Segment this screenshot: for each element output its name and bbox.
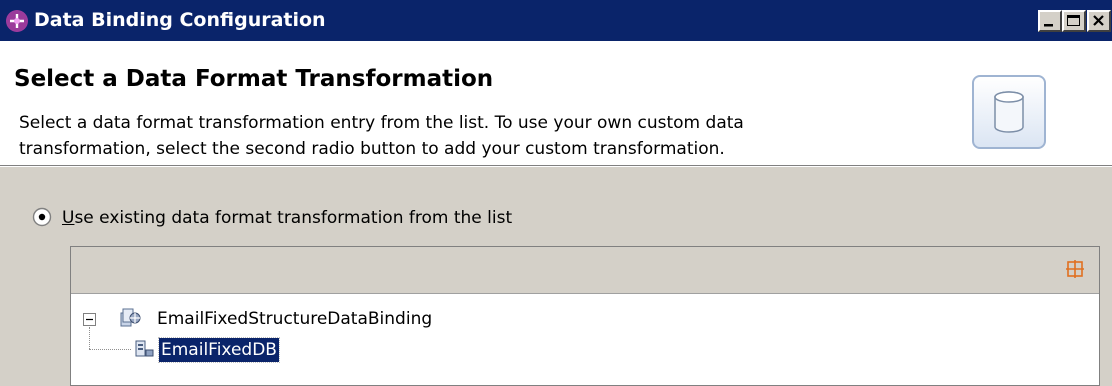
cylinder-icon	[972, 75, 1046, 149]
tree-item-label[interactable]: EmailFixedStructureDataBinding	[157, 307, 432, 331]
collapse-toggle[interactable]	[83, 313, 96, 326]
grid-icon[interactable]	[1065, 259, 1085, 279]
use-existing-radio[interactable]	[32, 207, 52, 227]
databinding-entry-icon	[133, 338, 157, 360]
tree-connector-horizontal	[89, 349, 131, 350]
maximize-button[interactable]	[1062, 10, 1086, 32]
tree-connector-vertical	[89, 327, 90, 349]
mnemonic-u: U	[62, 208, 75, 228]
wizard-header: Select a Data Format Transformation Sele…	[0, 41, 1112, 166]
minus-box-icon	[83, 313, 96, 326]
tree-item-selected-label[interactable]: EmailFixedDB	[158, 337, 280, 363]
databinding-module-icon	[119, 307, 143, 329]
page-title: Select a Data Format Transformation	[14, 66, 494, 92]
transformation-list[interactable]: EmailFixedStructureDataBinding EmailFixe…	[70, 246, 1100, 386]
title-bar: Data Binding Configuration	[0, 0, 1112, 41]
page-description: Select a data format transformation entr…	[19, 110, 899, 162]
maximize-icon	[1067, 15, 1080, 26]
minimize-icon	[1044, 24, 1053, 27]
minimize-button[interactable]	[1038, 10, 1062, 32]
close-button[interactable]	[1087, 10, 1111, 32]
description-line-1: Select a data format transformation entr…	[19, 113, 744, 133]
window-title: Data Binding Configuration	[34, 9, 326, 31]
use-existing-label-text: se existing data format transformation f…	[74, 208, 513, 228]
header-separator	[0, 166, 1112, 167]
description-line-2: transformation, select the second radio …	[19, 139, 725, 159]
close-icon	[1093, 15, 1104, 26]
list-toolbar	[71, 247, 1099, 294]
use-existing-label[interactable]: Use existing data format transformation …	[62, 206, 512, 230]
data-binding-icon	[6, 10, 28, 32]
